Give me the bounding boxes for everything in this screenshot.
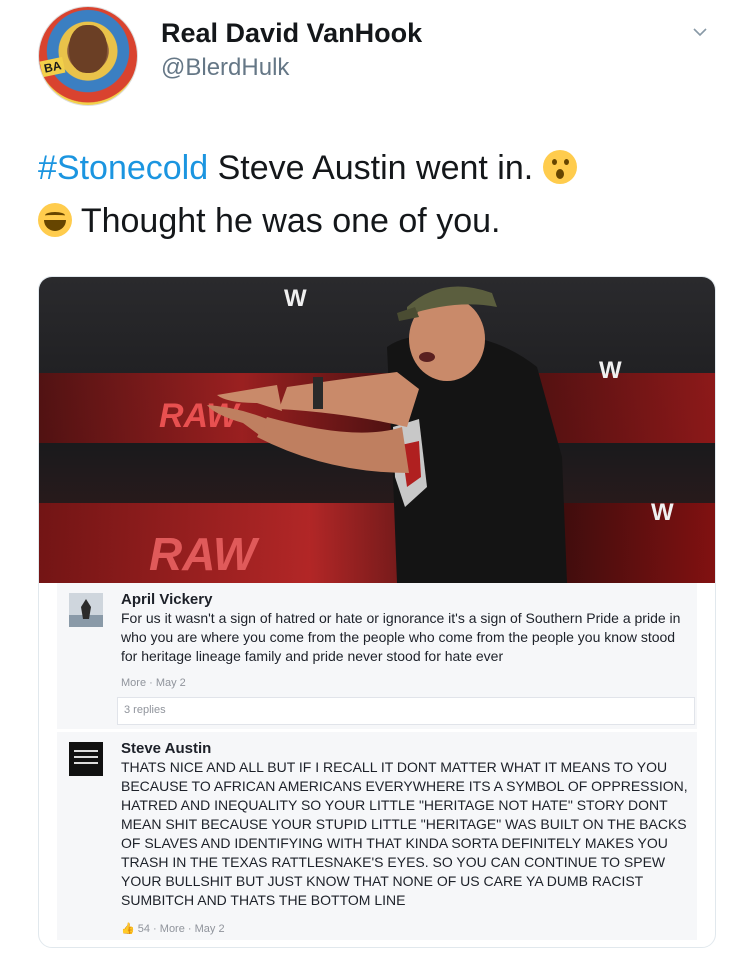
attached-image[interactable]: RAW RAW W W W April Vickery For us it wa… (38, 276, 716, 948)
comment-text: For us it wasn't a sign of hatred or hat… (121, 610, 681, 664)
tweet-text-2: Thought he was one of you. (72, 202, 501, 240)
author-handle[interactable]: @BlerdHulk (161, 54, 289, 82)
avatar[interactable]: BA (38, 6, 138, 106)
w-logo-icon: W (599, 357, 622, 384)
avatar-sticker: BA (39, 56, 66, 78)
author-name[interactable]: Real David VanHook (161, 18, 422, 49)
wrestler-photo: RAW RAW W W W (39, 277, 715, 583)
comment-meta[interactable]: 👍 54 · More · May 2 (121, 922, 225, 935)
comment-author[interactable]: Steve Austin (121, 740, 211, 757)
hashtag-link[interactable]: #Stonecold (38, 149, 208, 187)
chevron-down-icon[interactable] (692, 24, 708, 40)
tears-of-joy-emoji-icon (38, 203, 72, 237)
tweet-line-2: Thought he was one of you. (38, 195, 708, 248)
comment-meta[interactable]: More · May 2 (121, 677, 186, 689)
comment-avatar[interactable] (69, 742, 103, 776)
comment-avatar[interactable] (69, 593, 103, 627)
comment-april: April Vickery For us it wasn't a sign of… (57, 583, 697, 729)
wrestler-figure (207, 286, 567, 583)
replies-button[interactable]: 3 replies (117, 697, 695, 725)
tweet-text: #Stonecold Steve Austin went in. Thought… (38, 142, 708, 248)
tweet-text-1: Steve Austin went in. (208, 149, 543, 187)
tweet-header: BA Real David VanHook @BlerdHulk (38, 6, 708, 106)
comment-steve: Steve Austin THATS NICE AND ALL BUT IF I… (57, 732, 697, 940)
w-logo-icon: W (651, 499, 674, 526)
tweet-line-1: #Stonecold Steve Austin went in. (38, 142, 708, 195)
avatar-face (69, 25, 107, 73)
comment-author[interactable]: April Vickery (121, 591, 212, 608)
replies-label: 3 replies (124, 704, 166, 716)
like-icon[interactable]: 👍 (121, 923, 135, 935)
comment-text: THATS NICE AND ALL BUT IF I RECALL IT DO… (121, 759, 688, 908)
hushed-face-emoji-icon (542, 150, 577, 184)
